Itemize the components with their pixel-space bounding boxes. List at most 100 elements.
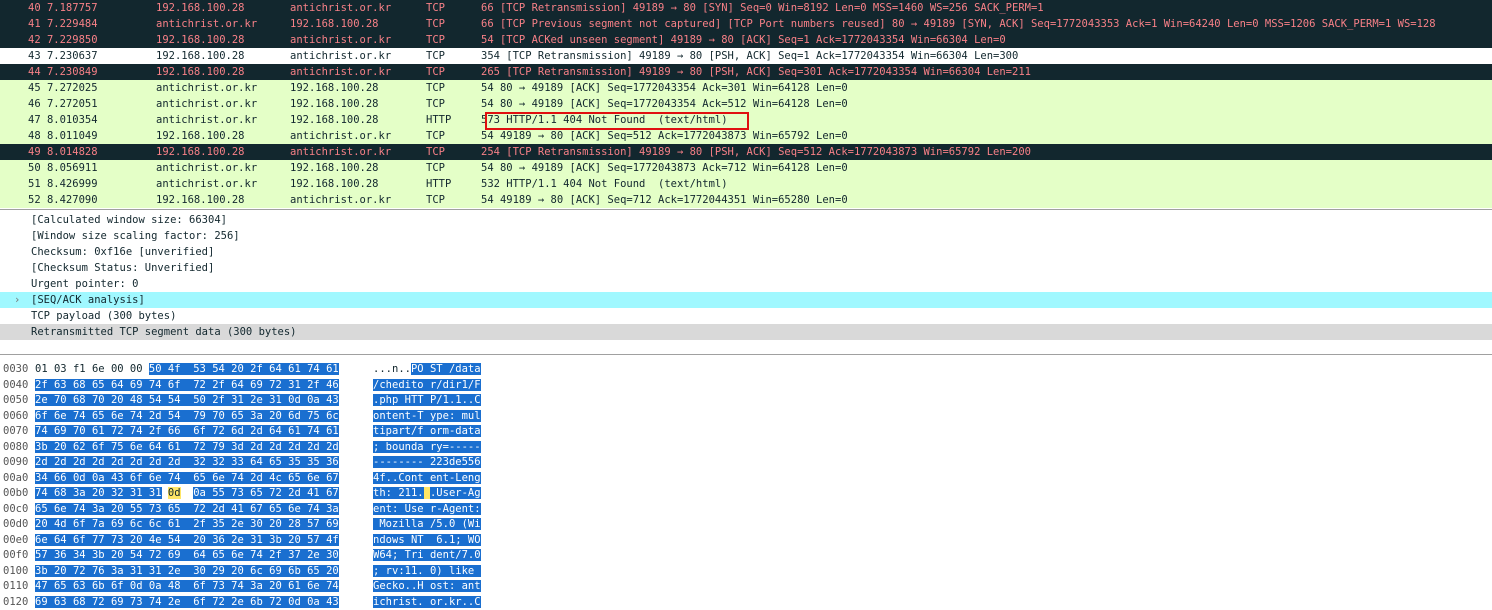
hex-byte: 64 bbox=[269, 363, 282, 375]
hex-row[interactable]: 0050 2e 70 68 70 20 48 54 54 50 2f 31 2e … bbox=[0, 393, 1492, 409]
hex-byte: 2e bbox=[35, 394, 48, 406]
hex-byte: 68 bbox=[72, 378, 86, 391]
hex-row[interactable]: 0030 01 03 f1 6e 00 00 50 4f 53 54 20 2f … bbox=[0, 362, 1492, 378]
hex-byte: 2d bbox=[326, 440, 339, 453]
hex-byte: 30 bbox=[250, 518, 263, 530]
hex-byte: 6e bbox=[53, 502, 67, 515]
detail-row[interactable]: Retransmitted TCP segment data (300 byte… bbox=[0, 324, 1492, 340]
hex-offset: 00b0 bbox=[3, 487, 29, 499]
hex-ascii: tipart/f orm-data bbox=[373, 425, 481, 437]
hex-byte: 6e bbox=[91, 363, 105, 375]
hex-row[interactable]: 0060 6f 6e 74 65 6e 74 2d 54 79 70 65 3a … bbox=[0, 409, 1492, 425]
hex-byte: 72 bbox=[193, 378, 206, 391]
hex-byte: 2d bbox=[53, 456, 67, 468]
hex-row[interactable]: 00c0 65 6e 74 3a 20 55 73 65 72 2d 41 67 … bbox=[0, 502, 1492, 518]
hex-byte: 0a bbox=[91, 471, 105, 484]
hex-offset: 0100 bbox=[3, 564, 29, 577]
packet-row[interactable]: 51 8.426999 antichrist.or.kr 192.168.100.2… bbox=[0, 176, 1492, 192]
packet-no-time: 44 7.230849 bbox=[28, 66, 98, 78]
packet-row[interactable]: 50 8.056911 antichrist.or.kr 192.168.100.2… bbox=[0, 160, 1492, 176]
hex-byte: 69 bbox=[269, 564, 282, 577]
packet-row[interactable]: 40 7.187757 192.168.100.28 antichrist.or.k… bbox=[0, 0, 1492, 16]
packet-details-pane[interactable]: [Calculated window size: 66304] [Window s… bbox=[0, 212, 1492, 346]
hex-byte: 20 bbox=[110, 394, 124, 406]
packet-row[interactable]: 45 7.272025 antichrist.or.kr 192.168.100.2… bbox=[0, 80, 1492, 96]
hex-byte: 54 bbox=[167, 533, 181, 546]
hex-row[interactable]: 00d0 20 4d 6f 7a 69 6c 6c 61 2f 35 2e 30 … bbox=[0, 517, 1492, 533]
hex-row[interactable]: 00a0 34 66 0d 0a 43 6f 6e 74 65 6e 74 2d … bbox=[0, 471, 1492, 487]
hex-row[interactable]: 0120 69 63 68 72 69 73 74 2e 6f 72 2e 6b … bbox=[0, 595, 1492, 610]
packet-row[interactable]: 41 7.229484 antichrist.or.kr 192.168.100.2… bbox=[0, 16, 1492, 32]
detail-row[interactable]: Urgent pointer: 0 bbox=[0, 276, 1492, 292]
pane-divider[interactable] bbox=[0, 354, 1492, 355]
hex-byte: 00 bbox=[129, 363, 143, 375]
packet-bytes-pane[interactable]: 0030 01 03 f1 6e 00 00 50 4f 53 54 20 2f … bbox=[0, 362, 1492, 610]
hex-row[interactable]: 0090 2d 2d 2d 2d 2d 2d 2d 2d 32 32 33 64 … bbox=[0, 455, 1492, 471]
packet-info: 54 49189 → 80 [ACK] Seq=712 Ack=17720443… bbox=[481, 194, 848, 206]
hex-row[interactable]: 0110 47 65 63 6b 6f 0d 0a 48 6f 73 74 3a … bbox=[0, 579, 1492, 595]
hex-byte: 64 bbox=[53, 533, 67, 546]
hex-row[interactable]: 00b0 74 68 3a 20 32 31 31 0d 0a 55 73 65 … bbox=[0, 486, 1492, 502]
hex-offset: 00c0 bbox=[3, 502, 29, 515]
hex-row[interactable]: 0100 3b 20 72 76 3a 31 31 2e 30 29 20 6c … bbox=[0, 564, 1492, 580]
packet-list[interactable]: 40 7.187757 192.168.100.28 antichrist.or.k… bbox=[0, 0, 1492, 208]
hex-byte: 64 bbox=[193, 549, 206, 561]
packet-row[interactable]: 44 7.230849 192.168.100.28 antichrist.or.k… bbox=[0, 64, 1492, 80]
packet-source: antichrist.or.kr bbox=[156, 98, 258, 110]
packet-protocol: HTTP bbox=[426, 114, 452, 126]
detail-row[interactable]: [Checksum Status: Unverified] bbox=[0, 260, 1492, 276]
detail-row[interactable]: TCP payload (300 bytes) bbox=[0, 308, 1492, 324]
hex-byte: 6f bbox=[72, 533, 86, 546]
hex-byte: 54 bbox=[167, 409, 181, 422]
packet-row[interactable]: 48 8.011049 192.168.100.28 antichrist.or.k… bbox=[0, 128, 1492, 144]
hex-byte: 63 bbox=[72, 580, 86, 592]
hex-row[interactable]: 0070 74 69 70 61 72 74 2f 66 6f 72 6d 2d … bbox=[0, 424, 1492, 440]
hex-byte: 64 bbox=[250, 456, 263, 468]
hex-row[interactable]: 0040 2f 63 68 65 64 69 74 6f 72 2f 64 69 … bbox=[0, 378, 1492, 394]
hex-bytes: 6e 64 6f 77 73 20 4e 54 20 36 2e 31 3b 2… bbox=[35, 533, 353, 549]
hex-row[interactable]: 00e0 6e 64 6f 77 73 20 4e 54 20 36 2e 31 … bbox=[0, 533, 1492, 549]
packet-row[interactable]: 52 8.427090 192.168.100.28 antichrist.or.k… bbox=[0, 192, 1492, 208]
packet-row[interactable]: 47 8.010354 antichrist.or.kr 192.168.100.2… bbox=[0, 112, 1492, 128]
hex-offset: 0080 bbox=[3, 440, 29, 453]
hex-byte: 70 bbox=[53, 394, 67, 406]
packet-row[interactable]: 46 7.272051 antichrist.or.kr 192.168.100.2… bbox=[0, 96, 1492, 112]
hex-byte: 6c bbox=[129, 518, 143, 530]
packet-protocol: TCP bbox=[426, 18, 445, 30]
pane-divider[interactable] bbox=[0, 209, 1492, 210]
packet-row[interactable]: 42 7.229850 192.168.100.28 antichrist.or.k… bbox=[0, 32, 1492, 48]
hex-ascii: W64; Tri dent/7.0 bbox=[373, 549, 481, 561]
packet-no-time: 41 7.229484 bbox=[28, 18, 98, 30]
hex-byte: 75 bbox=[307, 409, 320, 422]
hex-byte: 65 bbox=[269, 456, 282, 468]
hex-byte: 66 bbox=[167, 425, 181, 437]
chevron-right-icon[interactable]: › bbox=[14, 292, 20, 308]
hex-byte: 57 bbox=[35, 549, 48, 561]
hex-row[interactable]: 00f0 57 36 34 3b 20 54 72 69 64 65 6e 74 … bbox=[0, 548, 1492, 564]
packet-source: antichrist.or.kr bbox=[156, 162, 258, 174]
packet-destination: 192.168.100.28 bbox=[290, 162, 379, 174]
hex-byte: 6e bbox=[129, 440, 143, 453]
detail-row[interactable]: [Window size scaling factor: 256] bbox=[0, 228, 1492, 244]
hex-byte: 73 bbox=[129, 595, 143, 608]
packet-info: 254 [TCP Retransmission] 49189 → 80 [PSH… bbox=[481, 146, 1031, 158]
hex-byte: 20 bbox=[53, 440, 67, 453]
hex-byte: 3a bbox=[91, 502, 105, 515]
detail-row[interactable]: Checksum: 0xf16e [unverified] bbox=[0, 244, 1492, 260]
packet-source: 192.168.100.28 bbox=[156, 130, 245, 142]
packet-row[interactable]: 49 8.014828 192.168.100.28 antichrist.or.k… bbox=[0, 144, 1492, 160]
hex-byte: 31 bbox=[269, 394, 282, 406]
detail-row[interactable]: › [SEQ/ACK analysis] bbox=[0, 292, 1492, 308]
hex-bytes: 2d 2d 2d 2d 2d 2d 2d 2d 32 32 33 64 65 3… bbox=[35, 455, 353, 471]
hex-byte: 72 bbox=[269, 595, 282, 608]
hex-offset: 0050 bbox=[3, 394, 29, 406]
hex-byte: 76 bbox=[91, 564, 105, 577]
hex-row[interactable]: 0080 3b 20 62 6f 75 6e 64 61 72 79 3d 2d … bbox=[0, 440, 1492, 456]
hex-byte: 03 bbox=[53, 363, 67, 375]
hex-byte: 4d bbox=[53, 518, 67, 530]
hex-byte: 74 bbox=[72, 409, 86, 422]
packet-source: 192.168.100.28 bbox=[156, 66, 245, 78]
packet-row[interactable]: 43 7.230637 192.168.100.28 antichrist.or.k… bbox=[0, 48, 1492, 64]
hex-byte: 68 bbox=[72, 595, 86, 608]
detail-row[interactable]: [Calculated window size: 66304] bbox=[0, 212, 1492, 228]
